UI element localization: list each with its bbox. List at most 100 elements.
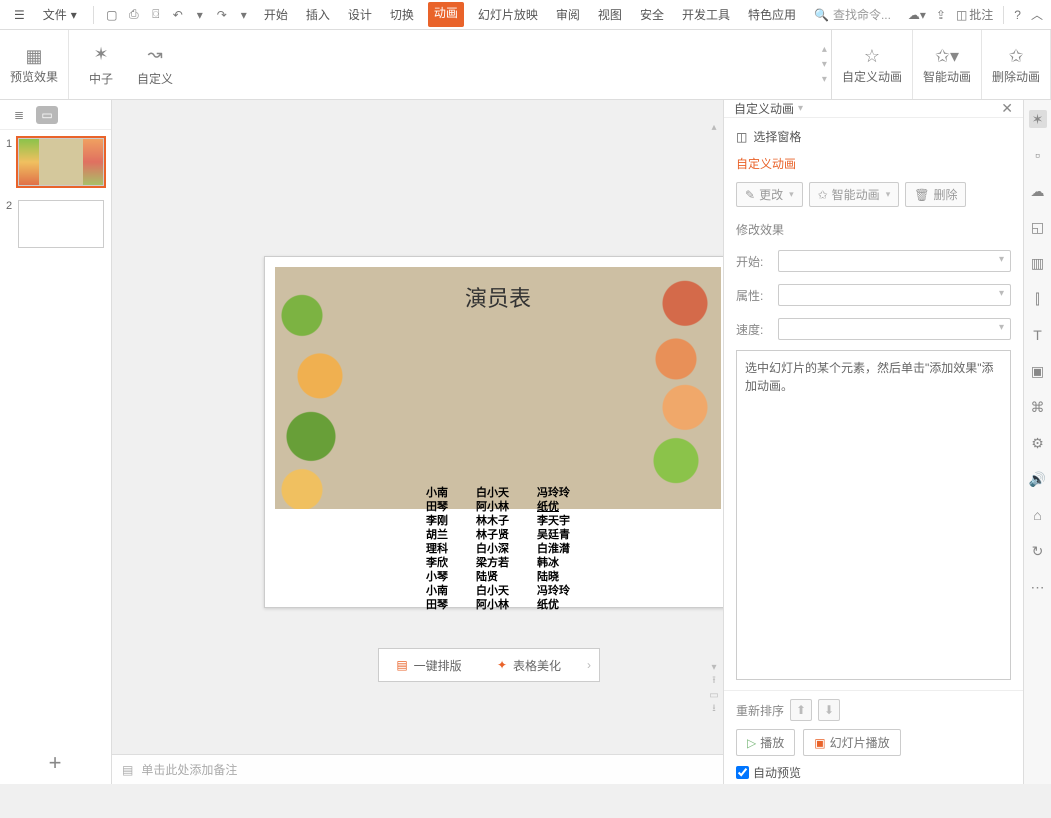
strip-more-icon[interactable]: ⋯ [1029,578,1047,596]
panel-title: 自定义动画 [734,100,794,117]
divider [1003,6,1004,24]
strip-cloud-icon[interactable]: ☁ [1029,182,1047,200]
print-preview-icon[interactable]: ⌼ [148,7,164,22]
ribbon-smart-anim[interactable]: ✩▾ 智能动画 [913,30,982,99]
notes-bar[interactable]: ▤ 单击此处添加备注 [112,754,723,784]
ribbon-preview[interactable]: ▦ 预览效果 [0,30,69,99]
tab-security[interactable]: 安全 [636,2,668,27]
speed-select[interactable] [778,318,1011,340]
help-icon[interactable]: ? [1014,8,1021,22]
auto-preview-checkbox[interactable]: 自动预览 [736,764,1011,781]
smart-anim-button[interactable]: ✩ 智能动画 ▾ [809,182,900,207]
strip-assets-icon[interactable]: ◱ [1029,218,1047,236]
collapse-ribbon-icon[interactable]: ︿ [1031,6,1043,23]
panel-dropdown-icon[interactable]: ▾ [798,103,803,114]
strip-settings-icon[interactable]: ⚙ [1029,434,1047,452]
delete-star-icon: ✩ [1008,44,1023,68]
outline-view-icon[interactable]: ≣ [8,106,30,124]
slide-canvas[interactable]: 演员表 小南田琴李刚胡兰理科李欣小琴小南田琴 白小天阿小林林木子林子贤白小深梁方… [264,256,723,608]
tab-animation[interactable]: 动画 [428,2,464,27]
undo-icon[interactable]: ↶ [170,8,186,22]
strip-template-icon[interactable]: ▫ [1029,146,1047,164]
tab-review[interactable]: 审阅 [552,2,584,27]
reorder-up-button[interactable]: ⬆ [790,699,812,721]
menu-icon[interactable]: ☰ [8,6,31,24]
pencil-icon: ✎ [745,188,755,202]
slideshow-button[interactable]: ▣ 幻灯片播放 [803,729,900,756]
add-slide-button[interactable]: + [40,748,70,778]
scroll-up-icon[interactable]: ▴ [711,122,716,133]
slide-background: 演员表 [275,267,721,509]
scroll-down-icon[interactable]: ▾ [711,662,716,673]
annotate-button[interactable]: ◫ 批注 [956,6,993,23]
ribbon-animation-gallery[interactable]: ✶ 中子 ↝ 自定义 ▴ ▾ ▾ [69,30,832,99]
strip-tag-icon[interactable]: ⌂ [1029,506,1047,524]
start-select[interactable] [778,250,1011,272]
gallery-more-icon[interactable]: ▾ [822,74,827,85]
redo-icon[interactable]: ↷ [214,8,230,22]
anim-custom[interactable]: ↝ 自定义 [137,42,173,87]
command-search[interactable]: 🔍 查找命令... [814,6,891,23]
tab-design[interactable]: 设计 [344,2,376,27]
file-menu[interactable]: 文件 ▾ [37,4,83,25]
close-panel-button[interactable]: ✕ [1001,100,1013,117]
panel-body: ◫ 选择窗格 自定义动画 ✎ 更改 ▾ ✩ 智能动画 ▾ 🗑 删除 [724,118,1023,690]
search-icon: 🔍 [814,8,829,22]
tab-transition[interactable]: 切换 [386,2,418,27]
strip-animation-icon[interactable]: ✶ [1029,110,1047,128]
delete-effect-button[interactable]: 🗑 删除 [905,182,966,207]
tab-devtools[interactable]: 开发工具 [678,2,734,27]
save-icon[interactable]: ▢ [104,8,120,22]
anim-neutron[interactable]: ✶ 中子 [89,42,113,87]
credit-cell: 阿小林 [476,501,509,514]
auto-preview-input[interactable] [736,766,749,779]
strip-sound-icon[interactable]: 🔊 [1029,470,1047,488]
ribbon-delete-anim[interactable]: ✩ 删除动画 [982,30,1051,99]
main-area: ≣ ▭ 1 2 + 演员表 小南田琴李刚胡兰理科李欣小琴小南田琴 白小 [0,100,1051,784]
credit-cell: 林子贤 [476,529,509,542]
table-beautify-button[interactable]: ✦ 表格美化 [479,657,579,674]
property-select[interactable] [778,284,1011,306]
cloud-sync-icon[interactable]: ☁▾ [908,8,926,22]
gallery-up-icon[interactable]: ▴ [822,44,827,55]
undo-dd-icon[interactable]: ▾ [192,8,208,22]
gallery-down-icon[interactable]: ▾ [822,59,827,70]
select-pane-link[interactable]: ◫ 选择窗格 [736,128,1011,145]
slide-nav-icon[interactable]: ▭ [709,690,718,701]
tab-insert[interactable]: 插入 [302,2,334,27]
redo-dd-icon[interactable]: ▾ [236,8,252,22]
auto-layout-button[interactable]: ▤ 一键排版 [379,657,479,674]
star-icon: ☆ [864,44,880,68]
prev-slide-icon[interactable]: ⭱ [712,673,716,690]
change-effect-button[interactable]: ✎ 更改 ▾ [736,182,803,207]
tab-special[interactable]: 特色应用 [744,2,800,27]
reorder-down-button[interactable]: ⬇ [818,699,840,721]
slide-thumbnail[interactable] [18,200,104,248]
tab-start[interactable]: 开始 [260,2,292,27]
strip-link-icon[interactable]: ⌘ [1029,398,1047,416]
tab-slideshow[interactable]: 幻灯片放映 [474,2,542,27]
reorder-label: 重新排序 [736,702,784,719]
chevron-right-icon[interactable]: › [579,658,599,672]
share-icon[interactable]: ⇪ [936,8,946,22]
sparkle-icon: ✦ [497,658,507,672]
next-slide-icon[interactable]: ⭳ [712,701,716,718]
strip-chart-icon[interactable]: ⫿ [1029,290,1047,308]
strip-refresh-icon[interactable]: ↻ [1029,542,1047,560]
slide-thumbnail[interactable] [18,138,104,186]
play-button[interactable]: ▷ 播放 [736,729,795,756]
ribbon-custom-anim[interactable]: ☆ 自定义动画 [832,30,913,99]
credit-cell: 吴廷青 [537,529,570,542]
strip-align-icon[interactable]: ▥ [1029,254,1047,272]
modify-section-title: 修改效果 [736,221,1011,238]
tab-view[interactable]: 视图 [594,2,626,27]
strip-text-icon[interactable]: T [1029,326,1047,344]
credit-cell: 林木子 [476,515,509,528]
credits-list: 小南田琴李刚胡兰理科李欣小琴小南田琴 白小天阿小林林木子林子贤白小深梁方若陆贤白… [265,487,723,603]
strip-image-icon[interactable]: ▣ [1029,362,1047,380]
print-icon[interactable]: ⎙ [126,7,142,22]
thumbnail-view-icon[interactable]: ▭ [36,106,58,124]
canvas-scrollbar[interactable]: ▴ ▾ ⭱ ▭ ⭳ [707,122,721,718]
quick-format-bar: ▤ 一键排版 ✦ 表格美化 › [378,648,600,682]
custom-animation-panel: 自定义动画 ▾ ✕ ◫ 选择窗格 自定义动画 ✎ 更改 ▾ ✩ 智能动画 ▾ [723,100,1023,784]
